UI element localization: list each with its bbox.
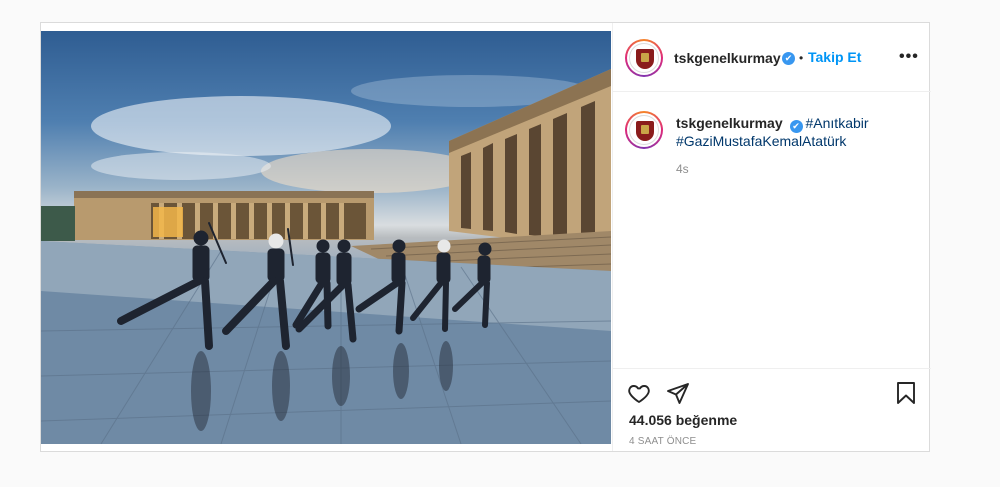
post-caption: tskgenelkurmay ✔ #Anıtkabir #GaziMustafaK… <box>676 114 916 150</box>
emblem-icon <box>636 121 654 141</box>
follow-button[interactable]: Takip Et <box>808 49 861 65</box>
instagram-post: tskgenelkurmay ✔ • Takip Et ••• tskgenel… <box>40 22 931 452</box>
verified-badge-icon: ✔ <box>782 52 795 65</box>
caption-avatar-ring <box>627 113 661 147</box>
post-photo-scene <box>41 69 611 444</box>
avatar[interactable] <box>625 39 663 77</box>
heart-icon[interactable] <box>627 381 651 410</box>
likes-count[interactable]: 44.056 beğenme <box>629 412 737 428</box>
post-side-panel: tskgenelkurmay ✔ • Takip Et ••• tskgenel… <box>612 23 931 451</box>
post-actions: 44.056 beğenme 4 SAAT ÖNCE <box>613 368 931 451</box>
hashtag-link[interactable]: #Anıtkabir <box>806 115 869 131</box>
caption-avatar-image <box>629 115 659 145</box>
avatar-ring <box>627 41 661 75</box>
emblem-icon <box>636 49 654 69</box>
paper-plane-icon[interactable] <box>666 381 690 410</box>
more-options-icon[interactable]: ••• <box>899 48 919 66</box>
hashtag-link[interactable]: #GaziMustafaKemalAtatürk <box>676 133 846 149</box>
header-separator: • <box>799 51 804 65</box>
bookmark-icon[interactable] <box>895 381 917 410</box>
header-username[interactable]: tskgenelkurmay <box>674 50 781 66</box>
avatar-image <box>629 43 659 73</box>
post-timestamp[interactable]: 4 SAAT ÖNCE <box>629 436 696 447</box>
post-header: tskgenelkurmay ✔ • Takip Et ••• <box>613 23 931 92</box>
caption-timestamp[interactable]: 4s <box>676 162 689 176</box>
caption-avatar[interactable] <box>625 111 663 149</box>
verified-badge-icon: ✔ <box>789 120 803 133</box>
caption-username[interactable]: tskgenelkurmay <box>676 115 783 131</box>
post-photo[interactable] <box>41 31 611 444</box>
